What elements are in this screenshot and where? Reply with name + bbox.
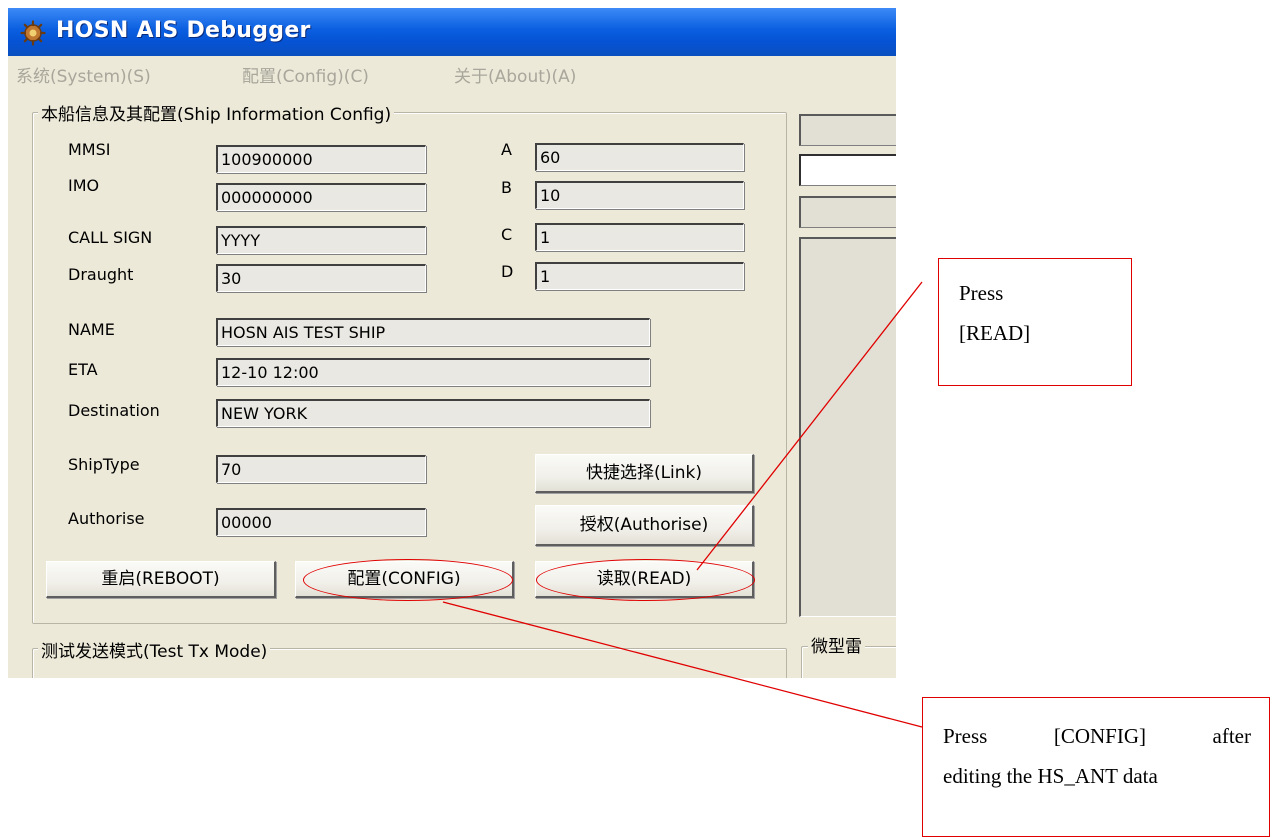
- window-title: HOSN AIS Debugger: [56, 18, 311, 43]
- read-annotation-line1: Press: [959, 281, 1004, 305]
- menu-config[interactable]: 配置(Config)(C): [242, 62, 369, 87]
- config-annotation-word-config: [CONFIG]: [1053, 724, 1147, 748]
- imo-field[interactable]: 000000000: [216, 183, 426, 211]
- right-list-panel[interactable]: [799, 237, 896, 617]
- shiptype-label: ShipType: [68, 455, 140, 474]
- read-annotation-box: Press [READ]: [938, 258, 1132, 386]
- a-field[interactable]: 60: [535, 143, 744, 171]
- d-field[interactable]: 1: [535, 262, 744, 290]
- shiptype-field[interactable]: 70: [216, 455, 426, 483]
- destination-label: Destination: [68, 401, 160, 420]
- callsign-field[interactable]: YYYY: [216, 226, 426, 254]
- read-button[interactable]: 读取(READ): [535, 561, 754, 598]
- test-tx-legend: 测试发送模式(Test Tx Mode): [38, 637, 271, 662]
- config-button[interactable]: 配置(CONFIG): [295, 561, 514, 598]
- config-annotation-box: Press [CONFIG] after editing the HS_ANT …: [922, 697, 1270, 837]
- name-label: NAME: [68, 320, 115, 339]
- right-input-box[interactable]: [799, 154, 896, 186]
- mmsi-field[interactable]: 100900000: [216, 145, 426, 173]
- config-annotation-line2: editing the HS_ANT data: [943, 764, 1158, 788]
- link-button[interactable]: 快捷选择(Link): [535, 454, 754, 493]
- authorise-field[interactable]: 00000: [216, 508, 426, 536]
- name-field[interactable]: HOSN AIS TEST SHIP: [216, 318, 650, 346]
- draught-label: Draught: [68, 265, 134, 284]
- d-label: D: [501, 262, 514, 281]
- menu-system[interactable]: 系统(System)(S): [16, 62, 151, 87]
- ship-info-legend: 本船信息及其配置(Ship Information Config): [38, 100, 395, 125]
- config-annotation-word-press: Press: [943, 724, 988, 748]
- config-annotation-line1: Press [CONFIG] after: [943, 716, 1251, 756]
- right-status-box-1: [799, 114, 896, 146]
- app-window: HOSN AIS Debugger 系统(System)(S) 配置(Confi…: [8, 8, 896, 678]
- imo-label: IMO: [68, 176, 100, 195]
- menu-bar: 系统(System)(S) 配置(Config)(C) 关于(About)(A): [8, 56, 896, 90]
- menu-about[interactable]: 关于(About)(A): [454, 62, 576, 87]
- eta-field[interactable]: 12-10 12:00: [216, 358, 650, 386]
- b-label: B: [501, 178, 512, 197]
- callsign-label: CALL SIGN: [68, 228, 153, 247]
- authorise-label: Authorise: [68, 509, 145, 528]
- ship-logo-icon: [20, 20, 46, 46]
- read-annotation-line2: [READ]: [959, 321, 1031, 345]
- destination-field[interactable]: NEW YORK: [216, 399, 650, 427]
- draught-field[interactable]: 30: [216, 264, 426, 292]
- c-label: C: [501, 225, 513, 244]
- right-status-box-2: [799, 196, 896, 228]
- a-label: A: [501, 140, 512, 159]
- c-field[interactable]: 1: [535, 223, 744, 251]
- authorise-button[interactable]: 授权(Authorise): [535, 505, 754, 546]
- reboot-button[interactable]: 重启(REBOOT): [46, 561, 276, 598]
- b-field[interactable]: 10: [535, 181, 744, 209]
- config-annotation-word-after: after: [1212, 724, 1251, 748]
- eta-label: ETA: [68, 360, 98, 379]
- right-group-legend: 微型雷: [808, 632, 865, 657]
- title-bar[interactable]: HOSN AIS Debugger: [8, 8, 896, 56]
- mmsi-label: MMSI: [68, 140, 111, 159]
